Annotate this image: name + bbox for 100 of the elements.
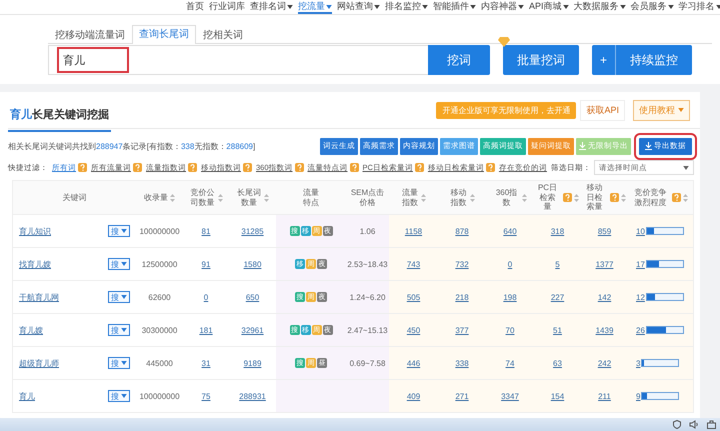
help-icon[interactable] — [563, 193, 572, 202]
column-header[interactable]: SEM点击价格 — [346, 181, 389, 215]
table-link[interactable]: 12 — [636, 292, 645, 302]
table-link[interactable]: 0 — [204, 292, 208, 302]
table-link[interactable]: 5 — [555, 260, 560, 268]
help-icon[interactable] — [133, 163, 142, 172]
nav-link[interactable]: 排名监控 — [385, 1, 428, 14]
table-link[interactable]: 409 — [406, 392, 420, 400]
table-link[interactable]: 74 — [506, 358, 514, 368]
nav-link[interactable]: 行业词库 — [209, 1, 245, 14]
help-icon[interactable] — [486, 163, 495, 172]
table-link[interactable]: 9189 — [244, 358, 262, 368]
table-link[interactable]: 1580 — [244, 260, 262, 268]
table-link[interactable]: 743 — [406, 260, 420, 268]
column-header[interactable]: 竞价竞争激烈程度 — [628, 181, 693, 215]
table-link[interactable]: 51 — [553, 326, 562, 334]
table-link[interactable]: 70 — [506, 326, 514, 334]
table-link[interactable]: 227 — [550, 292, 564, 302]
nav-link[interactable]: 查排名词 — [250, 1, 293, 14]
help-icon[interactable] — [294, 163, 304, 172]
engine-dropdown[interactable]: 搜 — [108, 291, 130, 303]
table-link[interactable]: 81 — [202, 226, 210, 236]
sort-icon[interactable] — [470, 194, 475, 202]
nav-link[interactable]: 会员服务 — [630, 1, 674, 14]
nav-link[interactable]: 学习排名 — [678, 1, 720, 14]
table-link[interactable]: 377 — [455, 326, 469, 334]
column-header[interactable]: 长尾词数量 — [229, 181, 276, 215]
table-link[interactable]: 154 — [550, 392, 564, 400]
table-link[interactable]: 211 — [598, 392, 611, 400]
api-button[interactable]: 获取API — [580, 100, 625, 120]
table-link[interactable]: 288931 — [239, 392, 266, 400]
help-icon[interactable] — [188, 163, 197, 172]
table-link[interactable]: 育儿 — [19, 390, 35, 402]
engine-dropdown[interactable]: 搜 — [108, 324, 130, 336]
sort-icon[interactable] — [522, 194, 527, 202]
nav-link[interactable]: 智能插件 — [433, 1, 476, 14]
column-header[interactable]: 关键词 — [13, 181, 136, 215]
table-link[interactable]: 9 — [636, 392, 640, 400]
table-link[interactable]: 31 — [202, 358, 210, 368]
batch-dig-button[interactable]: 批量挖词 — [503, 45, 579, 75]
nav-link[interactable]: 网站查询 — [337, 1, 380, 14]
monitor-button[interactable]: 持续监控 — [616, 45, 692, 75]
table-link[interactable]: 198 — [503, 292, 517, 302]
help-icon[interactable] — [78, 163, 87, 172]
table-link[interactable]: 91 — [202, 260, 210, 268]
table-link[interactable]: 75 — [202, 392, 210, 400]
tab[interactable]: 挖移动端流量词 — [48, 26, 132, 44]
nav-link[interactable]: 内容神器 — [481, 1, 524, 14]
sort-icon[interactable] — [218, 194, 223, 202]
table-link[interactable]: 859 — [598, 226, 612, 236]
table-link[interactable]: 732 — [455, 260, 469, 268]
table-link[interactable]: 31285 — [241, 226, 264, 236]
nav-link[interactable]: 大数据服务 — [574, 1, 626, 14]
table-link[interactable]: 26 — [636, 326, 645, 334]
sort-icon[interactable] — [682, 194, 688, 202]
table-link[interactable]: 17 — [636, 260, 645, 268]
table-link[interactable]: 181 — [199, 326, 213, 334]
search-field[interactable]: 育儿 — [59, 49, 127, 71]
column-header[interactable]: PC日检索量 — [534, 181, 581, 215]
help-icon[interactable] — [243, 163, 252, 172]
help-icon[interactable] — [672, 193, 681, 202]
table-link[interactable]: 育儿嫂 — [19, 324, 43, 336]
table-link[interactable]: 63 — [553, 358, 562, 368]
table-link[interactable]: 640 — [503, 226, 517, 236]
sort-icon[interactable] — [170, 194, 175, 202]
table-link[interactable]: 32961 — [241, 326, 264, 334]
dig-button[interactable]: 挖词 — [428, 45, 490, 75]
column-header[interactable]: 流量特点 — [276, 181, 346, 215]
column-header[interactable]: 流量指数 — [389, 181, 438, 215]
table-link[interactable]: 450 — [406, 326, 420, 334]
table-link[interactable]: 0 — [508, 260, 512, 268]
table-link[interactable]: 育儿知识 — [19, 226, 51, 236]
add-button[interactable]: + — [592, 45, 616, 75]
sort-icon[interactable] — [421, 194, 426, 202]
engine-dropdown[interactable]: 搜 — [108, 225, 130, 237]
column-header[interactable]: 移动指数 — [438, 181, 486, 215]
table-link[interactable]: 878 — [455, 226, 469, 236]
table-link[interactable]: 干航育儿网 — [19, 292, 59, 302]
nav-link[interactable]: API商城 — [529, 1, 569, 14]
sort-icon[interactable] — [621, 194, 626, 202]
table-link[interactable]: 338 — [455, 358, 469, 368]
tab[interactable]: 挖相关词 — [196, 26, 250, 44]
table-link[interactable]: 超级育儿师 — [19, 358, 59, 368]
speaker-icon[interactable] — [689, 420, 699, 429]
table-link[interactable]: 271 — [455, 392, 469, 400]
table-link[interactable]: 1439 — [596, 326, 614, 334]
column-header[interactable]: 收录量 — [136, 181, 183, 215]
help-icon[interactable] — [610, 193, 619, 202]
help-icon[interactable] — [350, 163, 359, 172]
engine-dropdown[interactable]: 搜 — [108, 390, 130, 402]
column-header[interactable]: 移动日检索量 — [581, 181, 628, 215]
table-link[interactable]: 1158 — [404, 226, 422, 236]
table-link[interactable]: 3 — [636, 358, 640, 368]
nav-link[interactable]: 首页 — [186, 1, 204, 14]
table-link[interactable]: 318 — [550, 226, 564, 236]
sort-icon[interactable] — [574, 194, 579, 202]
sort-icon[interactable] — [264, 194, 270, 202]
table-link[interactable]: 1377 — [596, 260, 614, 268]
table-link[interactable]: 10 — [636, 226, 645, 236]
engine-dropdown[interactable]: 搜 — [108, 258, 130, 270]
